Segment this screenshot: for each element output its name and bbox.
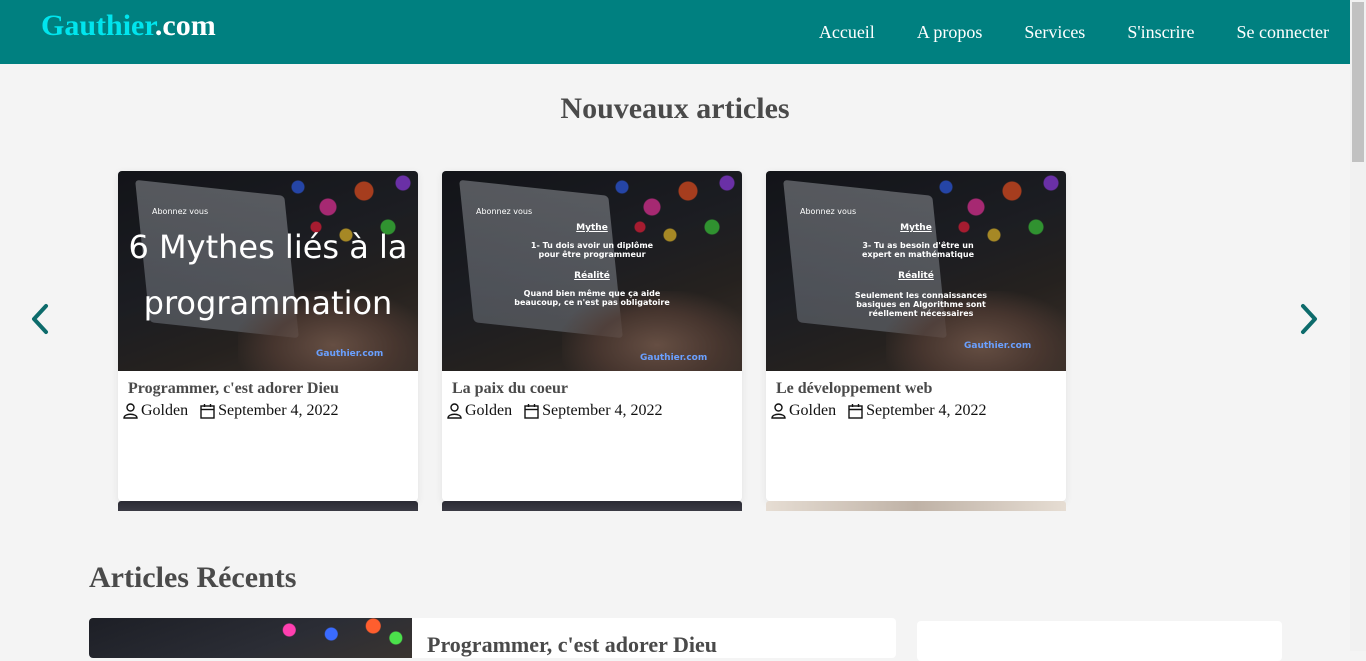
image-watermark: Gauthier.com (640, 353, 708, 363)
image-subscribe-text: Abonnez vous (476, 207, 533, 216)
article-title[interactable]: La paix du coeur (442, 371, 742, 398)
recent-articles-title: Articles Récents (89, 561, 297, 594)
image-headline: 6 Mythes liés à la programmation (128, 228, 408, 322)
article-meta: Golden September 4, 2022 (442, 398, 742, 420)
article-card-partial[interactable] (766, 501, 1066, 511)
carousel-next-button[interactable] (1297, 302, 1321, 336)
recent-article-thumbnail[interactable] (89, 618, 412, 658)
article-card[interactable]: Abonnez vous Mythe 1- Tu dois avoir un d… (442, 171, 742, 501)
article-meta: Golden September 4, 2022 (766, 398, 1066, 420)
sidebar-widget (917, 621, 1282, 661)
article-date: September 4, 2022 (866, 402, 987, 419)
new-articles-title: Nouveaux articles (560, 92, 790, 125)
image-reality-text: Quand bien même que ça aide beaucoup, ce… (514, 289, 670, 307)
user-icon (447, 403, 462, 419)
image-myth-heading: Mythe (576, 223, 608, 233)
article-author: Golden (789, 402, 837, 419)
nav-services[interactable]: Services (1024, 22, 1085, 43)
site-header: Gauthier.com Accueil A propos Services S… (0, 0, 1350, 64)
article-title[interactable]: Le développement web (766, 371, 1066, 398)
page-scrollbar[interactable] (1350, 0, 1366, 651)
image-myth-heading: Mythe (900, 223, 932, 233)
article-thumbnail[interactable]: Abonnez vous 6 Mythes liés à la programm… (118, 171, 418, 371)
image-reality-heading: Réalité (898, 271, 934, 281)
article-thumbnail[interactable]: Abonnez vous Mythe 3- Tu as besoin d'êtr… (766, 171, 1066, 371)
scrollbar-thumb[interactable] (1352, 2, 1364, 162)
logo-brand: Gauthier (41, 9, 155, 42)
user-icon (771, 403, 786, 419)
article-author: Golden (465, 402, 513, 419)
site-logo[interactable]: Gauthier.com (41, 8, 216, 44)
article-author: Golden (141, 402, 189, 419)
image-myth-text: 1- Tu dois avoir un diplôme pour être pr… (530, 241, 654, 259)
article-date: September 4, 2022 (218, 402, 339, 419)
article-card[interactable]: Abonnez vous Mythe 3- Tu as besoin d'êtr… (766, 171, 1066, 501)
article-thumbnail[interactable]: Abonnez vous Mythe 1- Tu dois avoir un d… (442, 171, 742, 371)
image-myth-text: 3- Tu as besoin d'être un expert en math… (861, 241, 975, 259)
article-card-partial[interactable] (118, 501, 418, 511)
article-meta: Golden September 4, 2022 (118, 398, 418, 420)
calendar-icon (200, 404, 215, 419)
nav-a-propos[interactable]: A propos (917, 22, 983, 43)
carousel-prev-button[interactable] (28, 302, 52, 336)
chevron-right-icon (1301, 304, 1317, 334)
main-nav: Accueil A propos Services S'inscrire Se … (798, 0, 1350, 64)
calendar-icon (848, 404, 863, 419)
image-reality-heading: Réalité (574, 271, 610, 281)
image-watermark: Gauthier.com (964, 341, 1032, 351)
nav-accueil[interactable]: Accueil (819, 22, 875, 43)
recent-article-card[interactable]: Programmer, c'est adorer Dieu (89, 618, 896, 658)
nav-se-connecter[interactable]: Se connecter (1237, 22, 1329, 43)
image-subscribe-text: Abonnez vous (800, 207, 857, 216)
calendar-icon (524, 404, 539, 419)
article-card[interactable]: Abonnez vous 6 Mythes liés à la programm… (118, 171, 418, 501)
nav-sinscrire[interactable]: S'inscrire (1127, 22, 1194, 43)
article-card-partial[interactable] (442, 501, 742, 511)
image-subscribe-text: Abonnez vous (152, 207, 209, 216)
article-title[interactable]: Programmer, c'est adorer Dieu (118, 371, 418, 398)
image-reality-text: Seulement les connaissances basiques en … (854, 291, 988, 318)
recent-article-title[interactable]: Programmer, c'est adorer Dieu (427, 632, 717, 658)
image-watermark: Gauthier.com (316, 349, 384, 359)
user-icon (123, 403, 138, 419)
chevron-left-icon (32, 304, 48, 334)
article-date: September 4, 2022 (542, 402, 663, 419)
logo-tld: .com (154, 9, 216, 42)
